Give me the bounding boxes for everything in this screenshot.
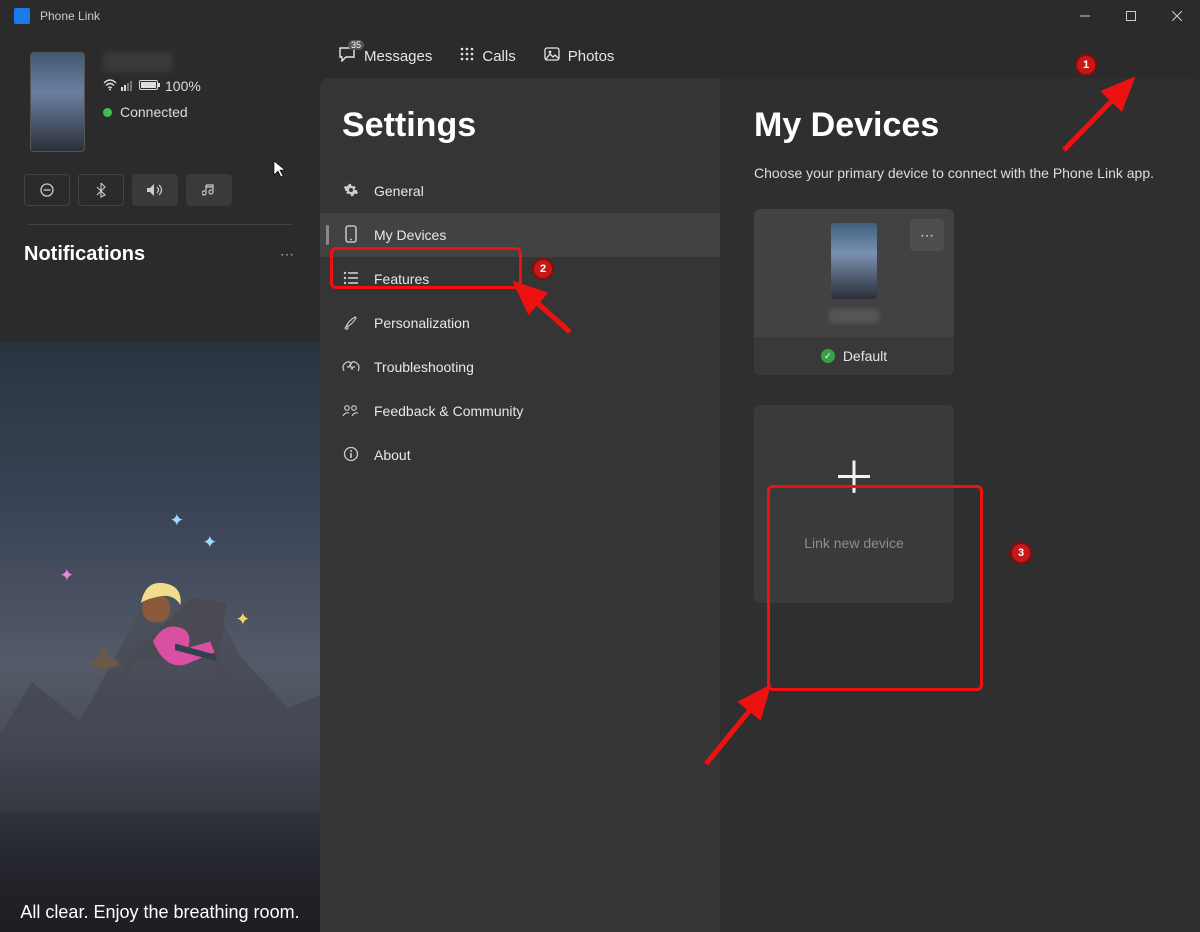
- list-icon: [342, 271, 360, 288]
- check-icon: ✓: [821, 349, 835, 363]
- brush-icon: [342, 314, 360, 333]
- app-title: Phone Link: [40, 9, 100, 23]
- plus-icon: ＋: [832, 457, 876, 501]
- dialpad-icon: [460, 47, 474, 65]
- device-card[interactable]: ⋯ ✓ Default: [754, 209, 954, 375]
- device-card-name: [829, 309, 879, 323]
- settings-panel: Settings General My Devices: [320, 78, 720, 932]
- tab-calls[interactable]: Calls: [460, 47, 515, 65]
- gear-icon: [342, 182, 360, 201]
- nav-personalization-label: Personalization: [374, 315, 470, 331]
- top-tabs: 35 Messages Calls Photos: [320, 32, 1200, 78]
- notifications-empty-message: All clear. Enjoy the breathing room.: [0, 902, 320, 923]
- connection-status: Connected: [120, 104, 188, 120]
- wifi-icon: [103, 78, 117, 94]
- nav-about-label: About: [374, 447, 411, 463]
- title-bar: Phone Link: [0, 0, 1200, 32]
- bluetooth-button[interactable]: [78, 174, 124, 206]
- notifications-heading: Notifications: [24, 243, 145, 266]
- nav-about[interactable]: About: [320, 433, 720, 477]
- heartbeat-icon: [342, 359, 360, 376]
- device-name: [103, 52, 173, 72]
- divider: [28, 224, 292, 225]
- dnd-button[interactable]: [24, 174, 70, 206]
- device-card-more-button[interactable]: ⋯: [910, 219, 944, 251]
- nav-features-label: Features: [374, 271, 429, 287]
- nav-my-devices-label: My Devices: [374, 227, 446, 243]
- nav-feedback-label: Feedback & Community: [374, 403, 523, 419]
- devices-subtitle: Choose your primary device to connect wi…: [754, 165, 1166, 181]
- nav-general[interactable]: General: [320, 169, 720, 213]
- annotation-arrow-3: [700, 680, 780, 770]
- tab-calls-label: Calls: [482, 48, 515, 65]
- link-new-device-label: Link new device: [804, 535, 904, 551]
- community-icon: [342, 403, 360, 420]
- sidebar: 100% Connected: [0, 32, 320, 932]
- volume-button[interactable]: [132, 174, 178, 206]
- maximize-button[interactable]: [1108, 0, 1154, 32]
- settings-title: Settings: [342, 106, 698, 145]
- music-button[interactable]: [186, 174, 232, 206]
- nav-troubleshooting-label: Troubleshooting: [374, 359, 474, 375]
- tab-photos[interactable]: Photos: [544, 47, 615, 65]
- devices-panel: My Devices Choose your primary device to…: [720, 78, 1200, 932]
- notifications-more-button[interactable]: ⋯: [280, 246, 296, 263]
- close-button[interactable]: [1154, 0, 1200, 32]
- link-new-device-button[interactable]: ＋ Link new device: [754, 405, 954, 603]
- messages-badge: 35: [348, 40, 364, 50]
- annotation-arrow-2: [508, 278, 578, 338]
- nav-feedback[interactable]: Feedback & Community: [320, 389, 720, 433]
- relax-illustration: [93, 542, 258, 685]
- tab-messages-label: Messages: [364, 48, 432, 65]
- phone-thumbnail[interactable]: [30, 52, 85, 152]
- battery-percent: 100%: [165, 78, 201, 94]
- phone-icon: [342, 225, 360, 246]
- minimize-button[interactable]: [1062, 0, 1108, 32]
- status-dot-icon: [103, 108, 112, 117]
- mouse-cursor-icon: [273, 160, 287, 183]
- tab-photos-label: Photos: [568, 48, 615, 65]
- app-icon: [14, 8, 30, 24]
- nav-troubleshooting[interactable]: Troubleshooting: [320, 345, 720, 389]
- battery-icon: [139, 78, 161, 94]
- tab-messages[interactable]: 35 Messages: [338, 46, 432, 66]
- nav-general-label: General: [374, 183, 424, 199]
- info-icon: [342, 446, 360, 465]
- nav-my-devices[interactable]: My Devices: [320, 213, 720, 257]
- signal-icon: [121, 78, 135, 94]
- default-label: Default: [843, 348, 887, 364]
- photos-icon: [544, 47, 560, 65]
- annotation-arrow-1: [1060, 74, 1140, 154]
- device-thumbnail: [831, 223, 877, 299]
- notifications-background: ✦ ✦ ✦ ✦: [0, 342, 320, 932]
